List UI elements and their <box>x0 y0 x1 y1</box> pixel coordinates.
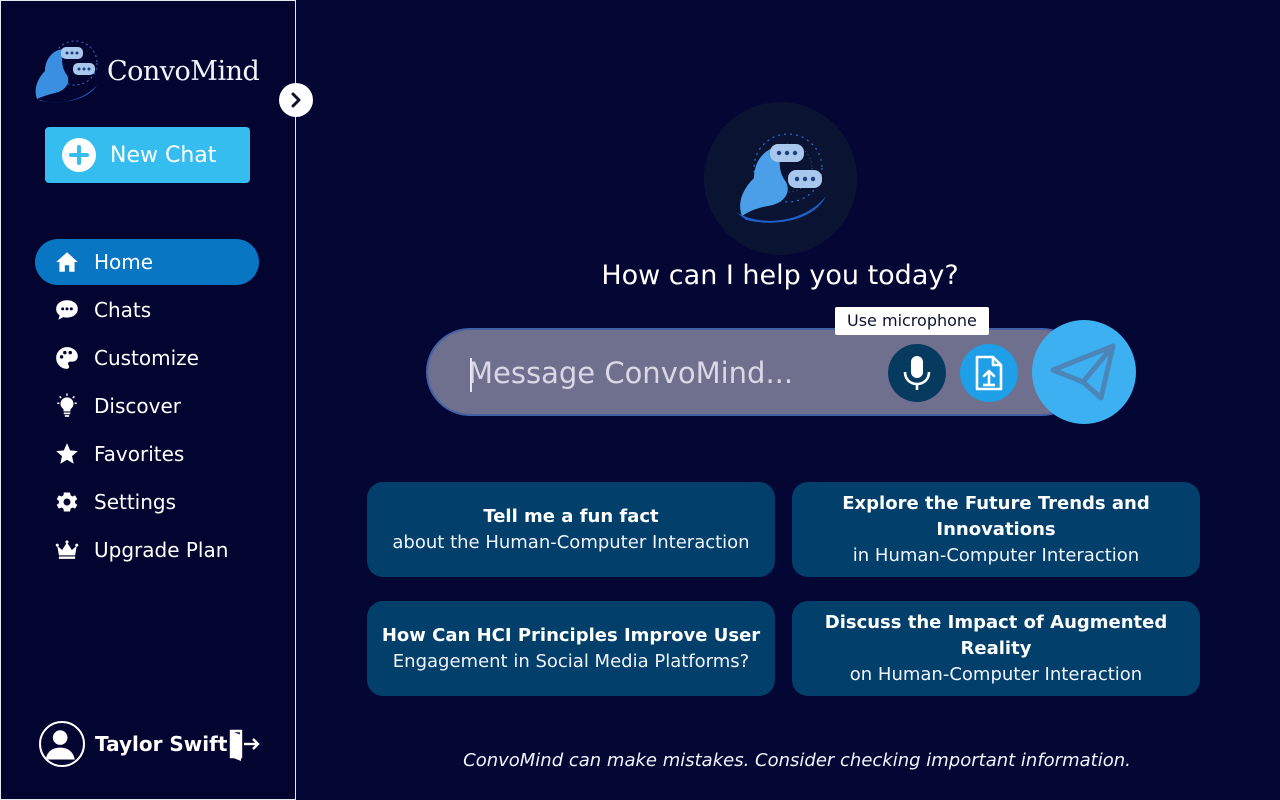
sidebar-nav: Home Chats Customize Discover Favorites … <box>35 239 259 575</box>
star-icon <box>53 440 81 468</box>
suggestion-title: How Can HCI Principles Improve User <box>381 624 761 646</box>
brand: ConvoMind <box>31 37 260 105</box>
convomind-logo-icon <box>33 40 98 103</box>
app-window: ConvoMind New Chat Home Chats Customize … <box>0 0 1280 800</box>
message-input[interactable] <box>468 350 868 396</box>
file-upload-icon <box>975 355 1003 391</box>
hero-logo <box>704 102 857 255</box>
suggestion-subtitle: in Human-Computer Interaction <box>852 544 1140 566</box>
gear-icon <box>53 488 81 516</box>
new-chat-button[interactable]: New Chat <box>45 127 250 183</box>
microphone-tooltip: Use microphone <box>835 307 989 335</box>
user-profile[interactable]: Taylor Swift <box>39 721 227 767</box>
lightbulb-icon <box>53 392 81 420</box>
sidebar-item-label: Settings <box>94 490 177 514</box>
sidebar-item-home[interactable]: Home <box>35 239 259 285</box>
sidebar-item-label: Discover <box>94 394 181 418</box>
avatar-icon <box>39 721 85 767</box>
user-name: Taylor Swift <box>95 732 228 756</box>
sidebar-item-chats[interactable]: Chats <box>35 287 259 333</box>
microphone-icon <box>903 356 931 390</box>
sidebar-item-upgrade-plan[interactable]: Upgrade Plan <box>35 527 259 573</box>
crown-icon <box>53 536 81 564</box>
sidebar-item-label: Home <box>94 250 154 274</box>
send-button[interactable] <box>1032 320 1136 424</box>
convomind-logo-icon <box>735 132 826 223</box>
microphone-button[interactable] <box>888 344 946 402</box>
upload-file-button[interactable] <box>960 344 1018 402</box>
logout-icon[interactable] <box>227 727 261 761</box>
suggestion-subtitle: about the Human-Computer Interaction <box>392 531 750 553</box>
chat-bubble-icon <box>53 296 81 324</box>
suggestion-card[interactable]: Tell me a fun fact about the Human-Compu… <box>367 482 775 577</box>
collapse-sidebar-button[interactable] <box>279 83 313 117</box>
palette-icon <box>53 344 81 372</box>
sidebar-item-settings[interactable]: Settings <box>35 479 259 525</box>
disclaimer-text: ConvoMind can make mistakes. Consider ch… <box>463 750 1131 771</box>
suggestion-subtitle: Engagement in Social Media Platforms? <box>392 650 750 672</box>
sidebar-item-label: Customize <box>94 346 199 370</box>
sidebar-item-customize[interactable]: Customize <box>35 335 259 381</box>
suggestion-card[interactable]: How Can HCI Principles Improve User Enga… <box>367 601 775 696</box>
plus-icon <box>62 138 96 172</box>
new-chat-label: New Chat <box>110 142 217 168</box>
sidebar-item-label: Chats <box>94 298 152 322</box>
sidebar-item-label: Favorites <box>94 442 185 466</box>
suggestion-card[interactable]: Discuss the Impact of Augmented Reality … <box>792 601 1200 696</box>
suggestion-title: Discuss the Impact of Augmented Reality <box>824 611 1168 659</box>
suggestion-title: Explore the Future Trends and Innovation… <box>842 492 1150 540</box>
suggestion-title: Tell me a fun fact <box>483 505 659 527</box>
sidebar-item-favorites[interactable]: Favorites <box>35 431 259 477</box>
home-icon <box>53 248 81 276</box>
brand-name: ConvoMind <box>107 55 260 87</box>
chevron-right-icon <box>291 92 301 108</box>
suggestion-card[interactable]: Explore the Future Trends and Innovation… <box>792 482 1200 577</box>
text-caret <box>470 358 472 392</box>
send-paper-plane-icon <box>1050 343 1116 401</box>
sidebar: ConvoMind New Chat Home Chats Customize … <box>0 0 296 800</box>
greeting-heading: How can I help you today? <box>601 260 959 291</box>
sidebar-item-label: Upgrade Plan <box>94 538 229 562</box>
sidebar-item-discover[interactable]: Discover <box>35 383 259 429</box>
suggestion-subtitle: on Human-Computer Interaction <box>849 663 1143 685</box>
